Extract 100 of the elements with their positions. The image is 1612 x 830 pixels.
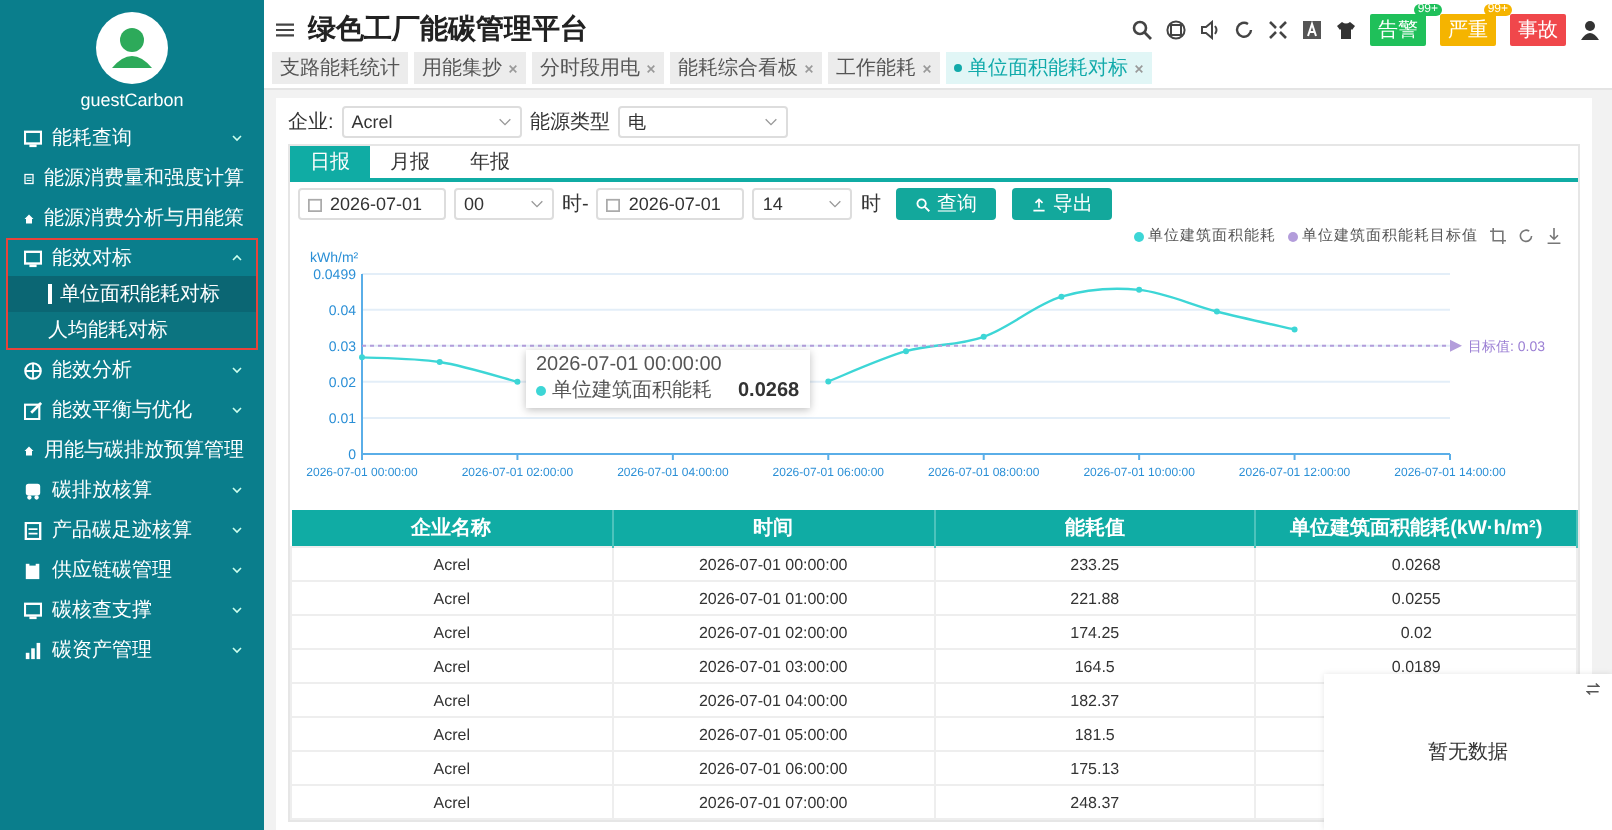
column-header: 能耗值 [934, 510, 1256, 547]
fullscreen-icon[interactable] [1268, 20, 1288, 40]
search-button[interactable]: 查询 [896, 188, 997, 220]
table-cell: 2026-07-01 02:00:00 [612, 615, 934, 649]
page-tab[interactable]: 用能集抄 [414, 52, 526, 84]
chevron-icon [230, 604, 244, 616]
table-cell: 0.0268 [1255, 547, 1577, 581]
table-cell: Acrel [291, 649, 613, 683]
car-icon [24, 481, 42, 499]
menu-item[interactable]: 碳排放核算 [8, 472, 256, 508]
date-field[interactable]: 2026-07-01 [298, 188, 446, 220]
font-icon[interactable] [1302, 20, 1322, 40]
monitor-icon [24, 249, 42, 267]
submenu-item[interactable]: 单位面积能耗对标 [8, 276, 256, 312]
data-point [1058, 293, 1065, 300]
table-cell: 2026-07-01 06:00:00 [612, 751, 934, 785]
menu-item[interactable]: 能源消费分析与用能策 [8, 200, 256, 236]
bars-icon [24, 641, 42, 659]
page-tab[interactable]: 单位面积能耗对标 [946, 52, 1152, 84]
user-icon[interactable] [1580, 20, 1600, 40]
data-point [514, 378, 521, 385]
menu-item[interactable]: 能效分析 [8, 352, 256, 388]
table-cell: 233.25 [934, 547, 1256, 581]
refresh-icon[interactable] [1518, 228, 1534, 244]
column-header: 单位建筑面积能耗(kW·h/m²) [1255, 510, 1577, 547]
date-field[interactable]: 2026-07-01 [596, 188, 745, 220]
table-cell: 2026-07-01 05:00:00 [612, 717, 934, 751]
field-label: 能源类型 [529, 109, 610, 136]
hour-label: 时 [860, 191, 881, 218]
page-tab[interactable]: 分时段用电 [532, 52, 664, 84]
table-cell: 2026-07-01 07:00:00 [612, 785, 934, 819]
page-tab[interactable]: 支路能耗统计 [272, 52, 408, 84]
calendar-icon [606, 197, 621, 211]
table-cell: Acrel [291, 785, 613, 819]
page-tab[interactable]: 工作能耗 [828, 52, 940, 84]
close-icon[interactable] [1134, 63, 1144, 73]
swap-icon[interactable] [1586, 682, 1600, 696]
menu-item[interactable]: 产品碳足迹核算 [8, 512, 256, 548]
user-name: guestCarbon [80, 90, 184, 110]
menu-item[interactable]: 能效平衡与优化 [8, 392, 256, 428]
app-title: 绿色工厂能碳管理平台 [308, 12, 588, 48]
chevron-icon [763, 118, 778, 126]
data-point [980, 333, 987, 340]
globe-icon [24, 361, 42, 379]
search-icon[interactable] [1132, 20, 1152, 40]
menu-item[interactable]: 能效对标 [8, 240, 256, 276]
home-icon [24, 441, 34, 459]
document-icon [24, 521, 42, 539]
table-cell: Acrel [291, 615, 613, 649]
table-cell: 182.37 [934, 683, 1256, 717]
table-cell: 2026-07-01 03:00:00 [612, 649, 934, 683]
submenu-item[interactable]: 人均能耗对标 [8, 312, 256, 348]
menu-icon[interactable] [276, 22, 294, 38]
menu-item[interactable]: 能源消费量和强度计算 [8, 160, 256, 196]
crop-icon[interactable] [1490, 228, 1506, 244]
energy-type-select[interactable]: 电 [617, 106, 788, 138]
chevron-icon [497, 118, 512, 126]
home-icon [24, 209, 34, 227]
menu-item[interactable]: 碳资产管理 [8, 632, 256, 668]
table-cell: Acrel [291, 717, 613, 751]
menu-item[interactable]: 用能与碳排放预算管理 [8, 432, 256, 468]
table-cell: Acrel [291, 581, 613, 615]
chevron-icon [230, 132, 244, 144]
export-button[interactable]: 导出 [1012, 188, 1113, 220]
alert-button[interactable]: 事故 [1510, 14, 1566, 46]
avatar-icon [96, 12, 168, 84]
chevron-icon [530, 200, 544, 208]
report-tab[interactable]: 年报 [450, 146, 530, 178]
report-tab[interactable]: 日报 [290, 146, 370, 178]
table-cell: 164.5 [934, 649, 1256, 683]
data-point [825, 378, 832, 385]
search-icon [916, 197, 931, 211]
table-cell: 0.02 [1255, 615, 1577, 649]
upload-icon [1032, 197, 1047, 211]
data-point [436, 359, 443, 365]
chevron-icon [230, 524, 244, 536]
menu-item[interactable]: 碳核查支撑 [8, 592, 256, 628]
hour-select[interactable]: 00 [454, 188, 554, 220]
page-tab[interactable]: 能耗综合看板 [670, 52, 822, 84]
speaker-icon[interactable] [1200, 20, 1220, 40]
download-icon[interactable] [1546, 228, 1562, 244]
chevron-icon [230, 364, 244, 376]
table-cell: 0.0255 [1255, 581, 1577, 615]
enterprise-select[interactable]: Acrel [341, 106, 522, 138]
target-icon[interactable] [1166, 20, 1186, 40]
data-point [359, 354, 365, 361]
data-point [903, 348, 909, 355]
table-cell: Acrel [291, 547, 613, 581]
table-cell: Acrel [291, 683, 613, 717]
report-tab[interactable]: 月报 [370, 146, 450, 178]
chevron-icon [230, 404, 244, 416]
hour-select[interactable]: 14 [752, 188, 853, 220]
data-point [1213, 308, 1220, 315]
table-cell: 2026-07-01 01:00:00 [612, 581, 934, 615]
menu-item[interactable]: 能耗查询 [8, 120, 256, 156]
menu-item[interactable]: 供应链碳管理 [8, 552, 256, 588]
refresh-icon[interactable] [1234, 20, 1254, 40]
monitor-icon [24, 129, 42, 147]
shirt-icon[interactable] [1336, 20, 1356, 40]
table-cell: 174.25 [934, 615, 1256, 649]
